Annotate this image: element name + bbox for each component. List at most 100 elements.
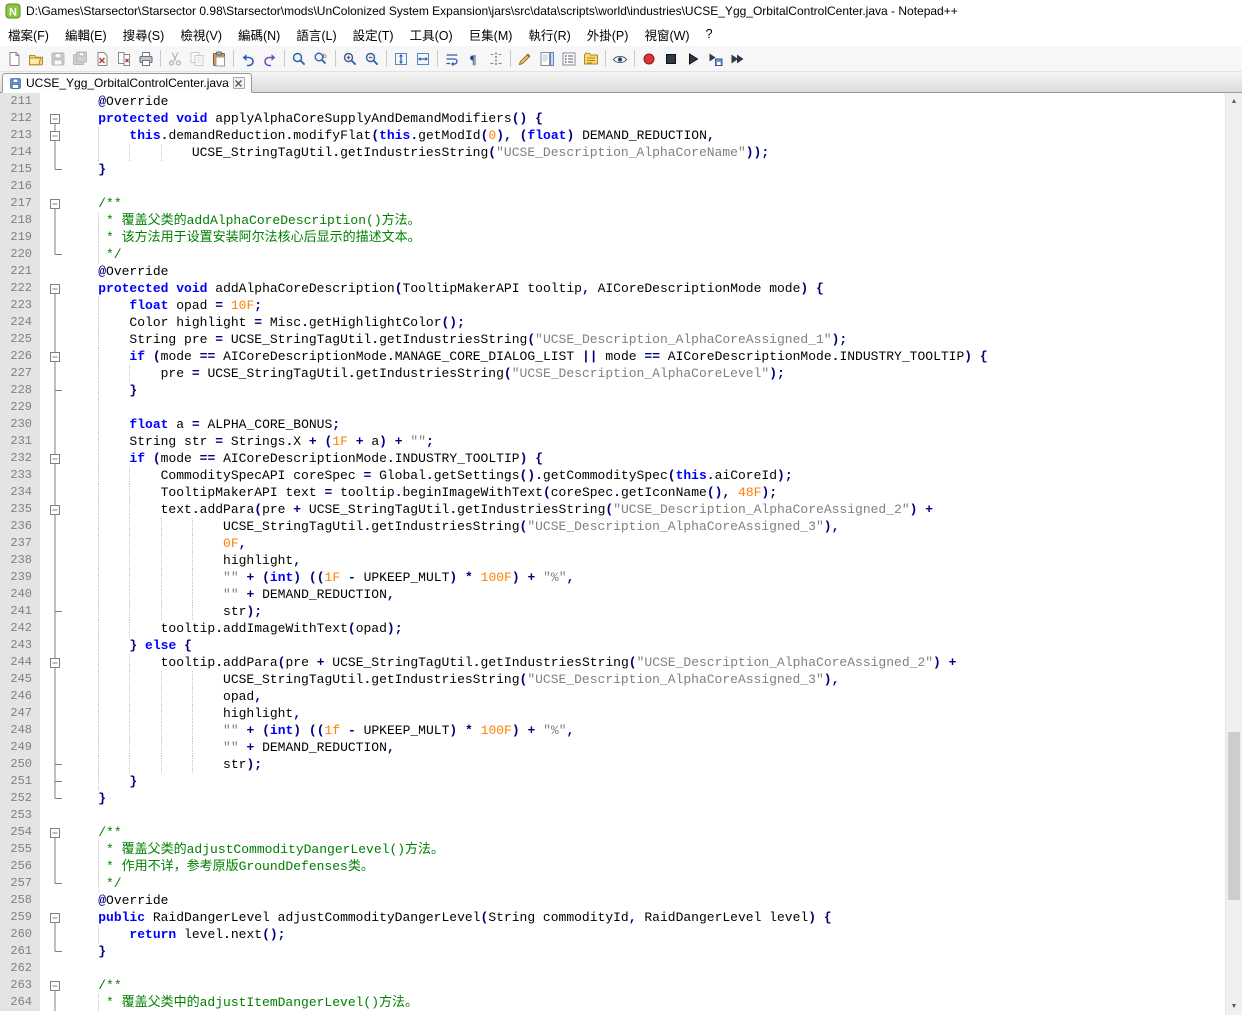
bookmark-margin[interactable] — [40, 603, 47, 620]
code-line-223[interactable]: 223 float opad = 10F; — [0, 297, 1225, 314]
code-line-232[interactable]: 232 if (mode == AICoreDescriptionMode.IN… — [0, 450, 1225, 467]
zoom-in-icon[interactable] — [339, 48, 361, 70]
code-line-238[interactable]: 238 highlight, — [0, 552, 1225, 569]
code-line-221[interactable]: 221 @Override — [0, 263, 1225, 280]
code-line-242[interactable]: 242 tooltip.addImageWithText(opad); — [0, 620, 1225, 637]
new-file-icon[interactable] — [3, 48, 25, 70]
code-line-222[interactable]: 222 protected void addAlphaCoreDescripti… — [0, 280, 1225, 297]
menu-file[interactable]: 檔案(F) — [0, 22, 57, 47]
code-line-225[interactable]: 225 String pre = UCSE_StringTagUtil.getI… — [0, 331, 1225, 348]
code-line-243[interactable]: 243 } else { — [0, 637, 1225, 654]
undo-icon[interactable] — [237, 48, 259, 70]
bookmark-margin[interactable] — [40, 144, 47, 161]
code-line-211[interactable]: 211 @Override — [0, 93, 1225, 110]
sync-horizontal-icon[interactable] — [412, 48, 434, 70]
bookmark-margin[interactable] — [40, 994, 47, 1011]
code-line-234[interactable]: 234 TooltipMakerAPI text = tooltip.begin… — [0, 484, 1225, 501]
define-language-icon[interactable] — [514, 48, 536, 70]
bookmark-margin[interactable] — [40, 722, 47, 739]
bookmark-margin[interactable] — [40, 382, 47, 399]
bookmark-margin[interactable] — [40, 909, 47, 926]
bookmark-margin[interactable] — [40, 433, 47, 450]
menu-run[interactable]: 執行(R) — [520, 22, 578, 47]
bookmark-margin[interactable] — [40, 586, 47, 603]
record-macro-icon[interactable] — [638, 48, 660, 70]
bookmark-margin[interactable] — [40, 552, 47, 569]
close-icon[interactable] — [91, 48, 113, 70]
bookmark-margin[interactable] — [40, 807, 47, 824]
code-line-246[interactable]: 246 opad, — [0, 688, 1225, 705]
fold-collapse-icon[interactable] — [47, 127, 63, 144]
monitoring-icon[interactable] — [609, 48, 631, 70]
show-all-characters-icon[interactable]: ¶ — [463, 48, 485, 70]
sync-vertical-icon[interactable] — [390, 48, 412, 70]
bookmark-margin[interactable] — [40, 535, 47, 552]
code-line-236[interactable]: 236 UCSE_StringTagUtil.getIndustriesStri… — [0, 518, 1225, 535]
bookmark-margin[interactable] — [40, 280, 47, 297]
close-all-icon[interactable] — [113, 48, 135, 70]
code-line-220[interactable]: 220 */ — [0, 246, 1225, 263]
bookmark-margin[interactable] — [40, 195, 47, 212]
code-line-237[interactable]: 237 0F, — [0, 535, 1225, 552]
code-line-227[interactable]: 227 pre = UCSE_StringTagUtil.getIndustri… — [0, 365, 1225, 382]
tab-close-icon[interactable] — [233, 77, 245, 89]
bookmark-margin[interactable] — [40, 892, 47, 909]
bookmark-margin[interactable] — [40, 331, 47, 348]
word-wrap-icon[interactable] — [441, 48, 463, 70]
bookmark-margin[interactable] — [40, 858, 47, 875]
code-line-229[interactable]: 229 — [0, 399, 1225, 416]
redo-icon[interactable] — [259, 48, 281, 70]
menu-plugins[interactable]: 外掛(P) — [579, 22, 637, 47]
code-line-244[interactable]: 244 tooltip.addPara(pre + UCSE_StringTag… — [0, 654, 1225, 671]
bookmark-margin[interactable] — [40, 365, 47, 382]
code-line-224[interactable]: 224 Color highlight = Misc.getHighlightC… — [0, 314, 1225, 331]
save-macro-icon[interactable] — [704, 48, 726, 70]
fold-collapse-icon[interactable] — [47, 348, 63, 365]
fold-collapse-icon[interactable] — [47, 195, 63, 212]
tab-active[interactable]: UCSE_Ygg_OrbitalControlCenter.java — [2, 73, 252, 93]
bookmark-margin[interactable] — [40, 705, 47, 722]
bookmark-margin[interactable] — [40, 127, 47, 144]
code-line-233[interactable]: 233 CommoditySpecAPI coreSpec = Global.g… — [0, 467, 1225, 484]
run-macro-multiple-icon[interactable] — [726, 48, 748, 70]
fold-collapse-icon[interactable] — [47, 110, 63, 127]
code-area[interactable]: 211 @Override212 protected void applyAlp… — [0, 93, 1225, 1015]
code-line-263[interactable]: 263 /** — [0, 977, 1225, 994]
code-line-250[interactable]: 250 str); — [0, 756, 1225, 773]
bookmark-margin[interactable] — [40, 348, 47, 365]
scrollbar-thumb[interactable] — [1228, 732, 1240, 901]
scrollbar-up-arrow[interactable]: ▲ — [1226, 93, 1242, 110]
bookmark-margin[interactable] — [40, 229, 47, 246]
replace-icon[interactable]: b — [310, 48, 332, 70]
code-line-241[interactable]: 241 str); — [0, 603, 1225, 620]
bookmark-margin[interactable] — [40, 688, 47, 705]
print-icon[interactable] — [135, 48, 157, 70]
vertical-scrollbar[interactable]: ▲ ▼ — [1225, 93, 1242, 1015]
menu-edit[interactable]: 編輯(E) — [57, 22, 115, 47]
menu-language[interactable]: 語言(L) — [288, 22, 344, 47]
menu-encoding[interactable]: 編碼(N) — [230, 22, 288, 47]
code-line-262[interactable]: 262 — [0, 960, 1225, 977]
bookmark-margin[interactable] — [40, 501, 47, 518]
menu-view[interactable]: 檢視(V) — [172, 22, 230, 47]
fold-collapse-icon[interactable] — [47, 909, 63, 926]
bookmark-margin[interactable] — [40, 569, 47, 586]
bookmark-margin[interactable] — [40, 93, 47, 110]
code-line-245[interactable]: 245 UCSE_StringTagUtil.getIndustriesStri… — [0, 671, 1225, 688]
menu-window[interactable]: 視窗(W) — [636, 22, 697, 47]
bookmark-margin[interactable] — [40, 450, 47, 467]
bookmark-margin[interactable] — [40, 926, 47, 943]
open-icon[interactable] — [25, 48, 47, 70]
code-line-261[interactable]: 261 } — [0, 943, 1225, 960]
bookmark-margin[interactable] — [40, 841, 47, 858]
code-line-249[interactable]: 249 "" + DEMAND_REDUCTION, — [0, 739, 1225, 756]
code-line-252[interactable]: 252 } — [0, 790, 1225, 807]
function-list-icon[interactable] — [558, 48, 580, 70]
bookmark-margin[interactable] — [40, 671, 47, 688]
code-line-217[interactable]: 217 /** — [0, 195, 1225, 212]
code-line-264[interactable]: 264 * 覆盖父类中的adjustItemDangerLevel()方法。 — [0, 994, 1225, 1011]
bookmark-margin[interactable] — [40, 263, 47, 280]
playback-macro-icon[interactable] — [682, 48, 704, 70]
document-map-icon[interactable] — [536, 48, 558, 70]
code-line-254[interactable]: 254 /** — [0, 824, 1225, 841]
